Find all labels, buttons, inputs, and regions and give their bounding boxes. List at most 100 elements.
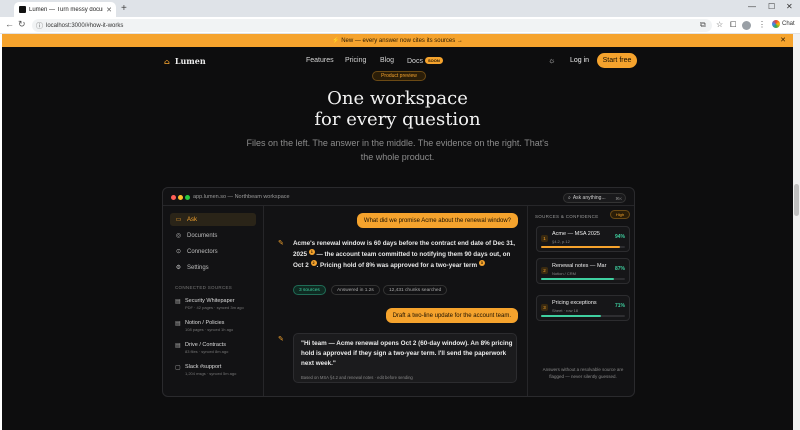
- source-item[interactable]: ▤ Security Whitepaper PDF · 42 pages · s…: [175, 298, 260, 310]
- folder-icon: ▤: [175, 343, 181, 349]
- app-sidebar: ▭ Ask ◎ Documents ⊙ Connectors ⚙ Setting…: [163, 206, 264, 396]
- back-icon[interactable]: ←: [5, 19, 14, 29]
- confidence-badge: High: [610, 210, 630, 219]
- maximize-icon[interactable]: ☐: [768, 2, 775, 11]
- confidence-fill: [541, 315, 601, 317]
- nav-docs-label: Docs: [407, 58, 423, 65]
- file-icon: ▤: [175, 321, 181, 327]
- user-question-bubble: What did we promise Acme about the renew…: [356, 213, 518, 228]
- sidebar-item-documents[interactable]: ◎ Documents: [170, 229, 256, 242]
- sidebar-item-settings[interactable]: ⚙ Settings: [170, 261, 256, 274]
- theme-toggle-icon[interactable]: ☼: [548, 56, 555, 65]
- source-card-meta: §4.2, p.12: [552, 239, 570, 244]
- product-preview-pill: Product preview: [372, 71, 426, 81]
- page-scrollbar[interactable]: [793, 34, 800, 430]
- source-card-meta: Sheet · row 18: [552, 308, 579, 313]
- sources-panel: SOURCES & CONFIDENCE High 1 Acme — MSA 20…: [527, 206, 634, 396]
- chat-button[interactable]: Chat: [772, 20, 795, 28]
- documents-icon: ◎: [175, 233, 182, 239]
- source-meta: 108 pages · synced 1h ago: [185, 327, 234, 332]
- chat-icon: ▭: [175, 217, 182, 223]
- close-window-icon[interactable]: ✕: [786, 2, 793, 11]
- install-app-icon[interactable]: ⧉: [700, 20, 706, 30]
- confidence-track: [541, 315, 625, 317]
- source-name: Drive / Contracts: [185, 342, 226, 348]
- tab-strip: Lumen — Turn messy documents... ✕ + — ☐ …: [0, 0, 800, 17]
- source-item[interactable]: ▤ Drive / Contracts 83 files · synced 8m…: [175, 342, 260, 354]
- source-number: 3: [541, 304, 548, 311]
- logo[interactable]: ⌂ Lumen: [164, 56, 206, 66]
- draft-reply-card[interactable]: "Hi team — Acme renewal opens Oct 2 (60-…: [293, 333, 517, 383]
- settings-icon: ⚙: [175, 265, 182, 271]
- source-card[interactable]: 1 Acme — MSA 2025 §4.2, p.12 94%: [536, 226, 630, 252]
- source-card[interactable]: 2 Renewal notes — Mar Notion / CRM 87%: [536, 258, 630, 284]
- profile-avatar[interactable]: [742, 21, 751, 30]
- source-card-meta: Notion / CRM: [552, 271, 577, 276]
- start-free-button[interactable]: Start free: [597, 53, 637, 68]
- citation-marker[interactable]: 3: [478, 260, 485, 266]
- chunks-searched-chip: 12,431 chunks searched: [383, 285, 448, 295]
- app-window-title: app.lumen.so — Northbeam workspace: [193, 194, 290, 200]
- assistant-answer: Acme's renewal window is 60 days before …: [293, 239, 519, 271]
- source-card[interactable]: 3 Pricing exceptions Sheet · row 18 71%: [536, 295, 630, 321]
- minimize-icon[interactable]: —: [748, 2, 756, 11]
- web-page: ⚡ New — every answer now cites its sourc…: [2, 34, 793, 430]
- hero-title-line1: One workspace: [327, 88, 468, 109]
- hero-subtitle-line2: the whole product.: [360, 152, 435, 162]
- site-info-icon[interactable]: ⓘ: [36, 21, 43, 31]
- announcement-banner[interactable]: ⚡ New — every answer now cites its sourc…: [2, 34, 793, 47]
- window-close-dot: [171, 195, 176, 200]
- sources-count-chip[interactable]: 3 sources: [293, 285, 326, 295]
- source-name: Notion / Policies: [185, 320, 225, 326]
- confidence-fill: [541, 246, 620, 248]
- confidence-score: 71%: [614, 303, 625, 309]
- scrollbar-thumb[interactable]: [794, 184, 799, 216]
- answer-time-chip: Answered in 1.2s: [331, 285, 380, 295]
- draft-text: "Hi team — Acme renewal opens Oct 2 (60-…: [301, 340, 513, 367]
- app-preview-window: app.lumen.so — Northbeam workspace ⌕ Ask…: [162, 187, 635, 397]
- source-number: 1: [541, 235, 548, 242]
- login-link[interactable]: Log in: [570, 57, 589, 64]
- source-card-name: Acme — MSA 2025: [552, 231, 600, 237]
- window-minimize-dot: [178, 195, 183, 200]
- assistant-avatar-icon: ✎: [278, 336, 284, 343]
- logo-text: Lumen: [174, 56, 206, 66]
- address-bar[interactable]: ⓘ localhost:3000/#how-it-works: [32, 19, 712, 32]
- sidebar-item-label: Connectors: [187, 248, 218, 255]
- menu-icon[interactable]: ⋮: [758, 20, 766, 29]
- source-name: Slack #support: [185, 364, 222, 370]
- new-tab-icon[interactable]: +: [121, 3, 127, 14]
- extensions-icon[interactable]: ⧠: [730, 20, 736, 30]
- chat-label: Chat: [782, 21, 795, 27]
- browser-tab[interactable]: Lumen — Turn messy documents... ✕: [14, 2, 116, 17]
- nav-blog[interactable]: Blog: [380, 57, 394, 64]
- nav-docs[interactable]: Docs SOON: [407, 57, 443, 65]
- draft-note: Based on MSA §4.2 and renewal notes · ed…: [301, 375, 413, 380]
- source-item[interactable]: ▤ Notion / Policies 108 pages · synced 1…: [175, 320, 260, 332]
- source-card-name: Pricing exceptions: [552, 300, 597, 306]
- answer-text-3: . Pricing hold of 8% was approved for a …: [316, 262, 478, 269]
- bookmark-star-icon[interactable]: ☆: [716, 20, 723, 29]
- connected-sources-heading: CONNECTED SOURCES: [175, 285, 233, 290]
- chat-area: What did we promise Acme about the renew…: [265, 206, 526, 396]
- nav-pricing[interactable]: Pricing: [345, 57, 366, 64]
- close-tab-icon[interactable]: ✕: [106, 6, 116, 14]
- sources-panel-title: SOURCES & CONFIDENCE: [535, 214, 599, 219]
- source-meta: 83 files · synced 8m ago: [185, 349, 229, 354]
- tab-title: Lumen — Turn messy documents...: [29, 6, 103, 13]
- sidebar-item-connectors[interactable]: ⊙ Connectors: [170, 245, 256, 258]
- file-icon: ▤: [175, 299, 181, 305]
- reload-icon[interactable]: ↻: [18, 19, 26, 30]
- app-search-input[interactable]: ⌕ Ask anything... ⌘K: [563, 193, 626, 203]
- nav-features[interactable]: Features: [306, 57, 334, 64]
- assistant-avatar-icon: ✎: [278, 240, 284, 247]
- search-icon: ⌕: [568, 195, 571, 201]
- source-item[interactable]: ▢ Slack #support 1,204 msgs · synced 5m …: [175, 364, 260, 376]
- sidebar-item-ask[interactable]: ▭ Ask: [170, 213, 256, 226]
- soon-badge: SOON: [424, 57, 443, 64]
- gemini-icon: [772, 20, 780, 28]
- browser-window: Lumen — Turn messy documents... ✕ + — ☐ …: [0, 0, 800, 430]
- search-placeholder: Ask anything...: [572, 195, 606, 201]
- banner-close-icon[interactable]: ✕: [780, 36, 786, 44]
- window-zoom-dot: [185, 195, 190, 200]
